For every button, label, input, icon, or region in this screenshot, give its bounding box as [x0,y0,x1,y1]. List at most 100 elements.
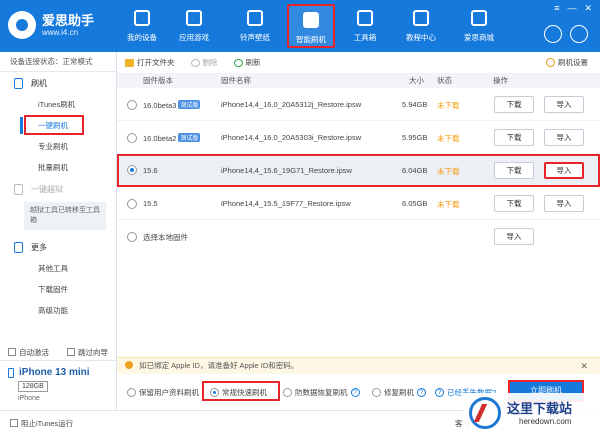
download-button[interactable]: 下载 [494,96,534,113]
help-icon[interactable]: ? [417,388,426,397]
nav-ringtones[interactable]: 铃声壁纸 [231,4,279,48]
device-panel[interactable]: iPhone 13 mini 128GB iPhone [0,360,116,408]
mode-anti-recovery[interactable]: 防数据恢复刷机 ? [283,387,360,398]
apple-id-banner: 如已绑定 Apple ID，请准备好 Apple ID和密码。 ✕ [117,357,600,374]
nav-apps-games[interactable]: 应用游戏 [170,4,218,48]
button-label: 刷机设置 [558,58,588,67]
phone-icon [134,10,150,26]
flash-settings-button[interactable]: 刷机设置 [546,57,588,68]
wallpaper-icon [247,10,263,26]
row-radio[interactable] [127,100,137,110]
sidebar-item-download-firmware[interactable]: 下载固件 [0,279,116,300]
warning-icon [125,361,133,369]
jailbreak-note: 越狱工具已转移至工具箱 [24,202,106,230]
row-radio[interactable] [127,199,137,209]
firmware-name: iPhone14,4_16.0_20A5303i_Restore.ipsw [221,133,362,142]
mode-label: 防数据恢复刷机 [295,388,348,397]
nav-label: 智能刷机 [296,35,326,44]
nav-tutorials[interactable]: 教程中心 [397,4,445,48]
refresh-button[interactable]: 刷新 [233,57,261,68]
store-icon [471,10,487,26]
close-button[interactable]: ✕ [584,3,592,14]
firmware-version: 15.5 [143,199,158,208]
firmware-size: 5.94GB [402,100,428,109]
button-label: 打开文件夹 [137,58,175,67]
block-itunes-checkbox[interactable]: 阻止iTunes运行 [10,418,73,429]
sidebar-item-itunes-flash[interactable]: iTunes刷机 [0,94,116,115]
toolbox-icon [357,10,373,26]
sidebar-options: 自动激活 跳过向导 [0,344,116,360]
sidebar-item-other-tools[interactable]: 其他工具 [0,258,116,279]
nav-label: 铃声壁纸 [240,33,270,42]
section-label: 刷机 [31,78,47,88]
row-radio[interactable] [127,133,137,143]
header-size: 大小 [409,76,424,85]
watermark: 这里下载站 heredown.com [463,393,600,434]
sidebar-section-flash[interactable]: 刷机 [0,72,116,94]
watermark-text: 这里下载站 [507,402,573,417]
nav-store[interactable]: 爱思商城 [455,4,503,48]
user-account-icon[interactable] [570,25,588,43]
local-firmware-row[interactable]: 选择本地固件 导入 [117,220,600,253]
skip-guide-checkbox[interactable]: 跳过向导 [67,347,108,358]
button-label: 刷新 [245,58,261,67]
download-manager-icon[interactable] [544,25,562,43]
version-text: 16.0beta3 [143,101,177,110]
radio-icon [283,388,292,397]
row-radio[interactable] [127,232,137,242]
local-import-button[interactable]: 导入 [494,228,534,245]
logo-icon [8,11,36,39]
table-row[interactable]: 15.5 iPhone14,4_15.5_19F77_Restore.ipsw … [117,187,600,220]
import-button[interactable]: 导入 [544,162,584,179]
minimize-button[interactable]: — [567,3,576,14]
close-icon[interactable]: ✕ [580,358,588,374]
nav-my-device[interactable]: 我的设备 [118,4,166,48]
connection-status: 设备连接状态：正常模式 [0,52,116,72]
table-row-selected[interactable]: 15.6 iPhone14,4_15.6_19G71_Restore.ipsw … [117,154,600,187]
toolbar: 打开文件夹 删除 刷新 刷机设置 [117,52,600,74]
firmware-version: 16.0beta3 测试版 [143,100,201,110]
device-type: iPhone [18,395,40,402]
import-button[interactable]: 导入 [544,96,584,113]
help-icon[interactable]: ? [350,388,360,397]
mode-keep-data[interactable]: 保留用户资料刷机 [127,387,199,398]
nav-label: 应用游戏 [179,33,209,42]
sidebar-item-batch-flash[interactable]: 批量刷机 [0,157,116,178]
download-button[interactable]: 下载 [494,129,534,146]
app-logo[interactable]: 爱思助手 www.i4.cn [8,8,128,42]
sidebar-item-advanced[interactable]: 高级功能 [0,300,116,321]
flash-section-icon [14,77,23,89]
open-folder-button[interactable]: 打开文件夹 [125,57,175,68]
mode-repair[interactable]: 修复刷机 ? [372,387,426,398]
header-actions: 操作 [493,76,508,85]
download-button[interactable]: 下载 [494,162,534,179]
mode-label: 修复刷机 [384,388,414,397]
auto-activate-checkbox[interactable]: 自动激活 [8,347,49,358]
firmware-size: 6.04GB [402,166,428,175]
firmware-size: 6.05GB [402,199,428,208]
firmware-version: 15.6 [143,166,158,175]
download-status: 未下载 [437,101,460,110]
sidebar-item-pro-flash[interactable]: 专业刷机 [0,136,116,157]
nav-label: 爱思商城 [464,33,494,42]
nav-toolbox[interactable]: 工具箱 [341,4,389,48]
delete-button[interactable]: 删除 [190,57,218,68]
menu-button[interactable]: ≡ [554,3,559,14]
table-row[interactable]: 16.0beta2 测试版 iPhone14,4_16.0_20A5303i_Re… [117,121,600,154]
button-label: 删除 [202,58,218,67]
sidebar-section-more[interactable]: 更多 [0,236,116,258]
import-button[interactable]: 导入 [544,195,584,212]
download-button[interactable]: 下载 [494,195,534,212]
firmware-name: iPhone14,4_15.6_19G71_Restore.ipsw [221,166,352,175]
nav-label: 教程中心 [406,33,436,42]
row-radio[interactable] [127,165,137,175]
device-capacity: 128GB [18,381,48,392]
table-row[interactable]: 16.0beta3 测试版 iPhone14,4_16.0_20A5312j_Re… [117,88,600,121]
nav-smart-flash[interactable]: 智能刷机 [287,4,335,48]
import-button[interactable]: 导入 [544,129,584,146]
mode-quick[interactable]: 常规快速刷机 [210,387,267,398]
mode-label: 常规快速刷机 [222,388,267,397]
sidebar-section-jailbreak: 一键越狱 [0,178,116,200]
radio-icon [210,388,219,397]
radio-icon [127,388,136,397]
